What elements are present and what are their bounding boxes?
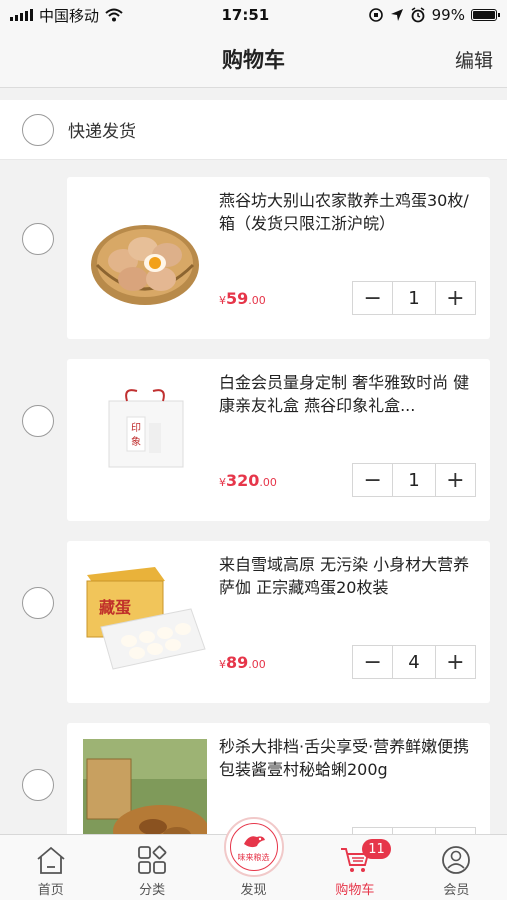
item-select-radio[interactable] xyxy=(22,405,54,437)
svg-text:藏蛋: 藏蛋 xyxy=(99,598,131,617)
tab-home[interactable]: 首页 xyxy=(0,835,101,900)
svg-text:象: 象 xyxy=(131,436,141,448)
decrease-button[interactable]: − xyxy=(353,282,392,314)
carrier-label: 中国移动 xyxy=(39,6,100,25)
edit-button[interactable]: 编辑 xyxy=(455,46,493,73)
quantity-stepper: − 1 + xyxy=(352,463,476,497)
item-select-radio[interactable] xyxy=(22,587,54,619)
product-image-tibet-eggs-box[interactable]: 藏蛋 xyxy=(83,557,207,681)
shipping-group-label: 快递发货 xyxy=(68,122,136,142)
quantity-value[interactable]: 1 xyxy=(392,464,436,496)
signal-icon xyxy=(10,9,33,21)
status-bar: 中国移动 17:51 99% xyxy=(0,0,507,30)
quantity-value[interactable]: 1 xyxy=(392,282,436,314)
status-right: 99% xyxy=(368,6,500,24)
cart-list[interactable]: 燕谷坊大别山农家散养土鸡蛋30枚/箱（发货只限江浙沪皖） ¥59.00 − 1 … xyxy=(0,161,507,834)
tab-member[interactable]: 会员 xyxy=(406,835,507,900)
tab-label: 发现 xyxy=(240,883,267,898)
tab-cart[interactable]: 11 购物车 xyxy=(304,835,405,900)
increase-button[interactable]: + xyxy=(436,464,475,496)
product-price: ¥89.00 xyxy=(219,653,266,672)
wifi-icon xyxy=(105,8,123,22)
svg-text:印: 印 xyxy=(131,422,141,434)
quantity-stepper: − + xyxy=(352,827,476,834)
cart-item: 藏蛋 来自雪域高原 无污染 小身材大营养 萨伽 正宗藏鸡蛋20枚装 ¥89.00… xyxy=(0,525,507,707)
shipping-group-header: 快递发货 xyxy=(0,100,507,160)
product-title[interactable]: 燕谷坊大别山农家散养土鸡蛋30枚/箱（发货只限江浙沪皖） xyxy=(219,189,481,235)
location-icon xyxy=(390,9,403,21)
cart-item: 秒杀大排档·舌尖享受·营养鲜嫩便携包装酱壹村秘蛤蜊200g − + xyxy=(0,707,507,834)
tab-label: 购物车 xyxy=(335,883,375,898)
cart-item: 燕谷坊大别山农家散养土鸡蛋30枚/箱（发货只限江浙沪皖） ¥59.00 − 1 … xyxy=(0,161,507,343)
logo-text: 味来粮选 xyxy=(237,852,270,862)
product-image-clam-package[interactable] xyxy=(83,739,207,834)
select-all-radio[interactable] xyxy=(22,113,54,146)
decrease-button[interactable]: − xyxy=(353,646,392,678)
cart-item: 印 象 白金会员量身定制 奢华雅致时尚 健康亲友礼盒 燕谷印象礼盒... ¥32… xyxy=(0,343,507,525)
product-image-eggs-basket[interactable] xyxy=(83,193,207,317)
category-icon xyxy=(138,845,167,874)
item-card[interactable]: 燕谷坊大别山农家散养土鸡蛋30枚/箱（发货只限江浙沪皖） ¥59.00 − 1 … xyxy=(67,177,490,339)
quantity-value[interactable]: 4 xyxy=(392,646,436,678)
home-icon xyxy=(37,846,65,874)
quantity-stepper: − 4 + xyxy=(352,645,476,679)
decrease-button[interactable]: − xyxy=(353,464,392,496)
battery-percent: 99% xyxy=(431,6,465,24)
discover-logo[interactable]: 味来粮选 xyxy=(223,817,284,877)
item-card[interactable]: 印 象 白金会员量身定制 奢华雅致时尚 健康亲友礼盒 燕谷印象礼盒... ¥32… xyxy=(67,359,490,521)
item-card[interactable]: 秒杀大排档·舌尖享受·营养鲜嫩便携包装酱壹村秘蛤蜊200g − + xyxy=(67,723,490,834)
product-title[interactable]: 来自雪域高原 无污染 小身材大营养 萨伽 正宗藏鸡蛋20枚装 xyxy=(219,553,481,599)
nav-bar: 购物车 编辑 xyxy=(0,30,507,88)
quantity-stepper: − 1 + xyxy=(352,281,476,315)
battery-icon xyxy=(470,9,500,21)
increase-button[interactable]: + xyxy=(436,646,475,678)
tab-category[interactable]: 分类 xyxy=(101,835,202,900)
product-image-gift-box[interactable]: 印 象 xyxy=(83,375,207,499)
page-title: 购物车 xyxy=(222,47,285,72)
increase-button[interactable]: + xyxy=(436,282,475,314)
item-select-radio[interactable] xyxy=(22,769,54,801)
tab-label: 会员 xyxy=(443,883,470,898)
product-title[interactable]: 秒杀大排档·舌尖享受·营养鲜嫩便携包装酱壹村秘蛤蜊200g xyxy=(219,735,481,781)
item-select-radio[interactable] xyxy=(22,223,54,255)
bird-logo-icon xyxy=(243,835,265,847)
tab-discover[interactable]: 味来粮选 发现 xyxy=(203,817,304,900)
rotation-lock-icon xyxy=(368,8,383,22)
item-card[interactable]: 藏蛋 来自雪域高原 无污染 小身材大营养 萨伽 正宗藏鸡蛋20枚装 ¥89.00… xyxy=(67,541,490,703)
member-icon xyxy=(442,846,471,874)
product-title[interactable]: 白金会员量身定制 奢华雅致时尚 健康亲友礼盒 燕谷印象礼盒... xyxy=(219,371,481,417)
alarm-icon xyxy=(411,7,425,23)
clock-time: 17:51 xyxy=(221,6,270,24)
tab-label: 首页 xyxy=(37,883,64,898)
tab-label: 分类 xyxy=(139,883,166,898)
product-price: ¥320.00 xyxy=(219,471,277,490)
cart-count-badge: 11 xyxy=(362,839,391,859)
status-left: 中国移动 xyxy=(10,5,123,26)
product-price: ¥59.00 xyxy=(219,289,266,308)
tab-bar: 首页 分类 味来粮选 发现 11 购物车 会员 xyxy=(0,817,507,900)
